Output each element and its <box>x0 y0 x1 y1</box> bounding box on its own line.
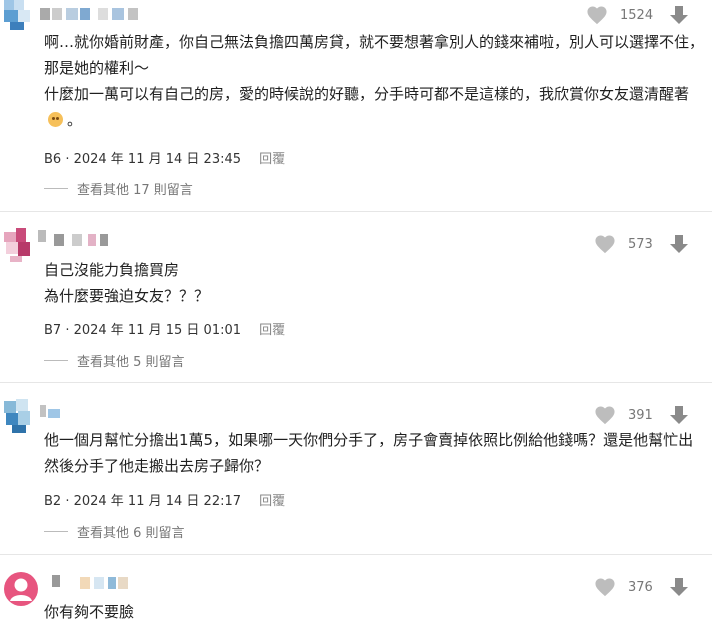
dislike-arrow-icon[interactable] <box>669 577 689 597</box>
user-avatar-icon <box>4 572 38 606</box>
like-count: 376 <box>628 579 653 595</box>
floor-and-date: B6 · 2024 年 11 月 14 日 23:45 <box>44 152 242 167</box>
heart-icon[interactable] <box>594 577 616 597</box>
reply-button[interactable]: 回覆 <box>259 152 285 167</box>
divider-line <box>44 188 68 189</box>
comment-text: 你有夠不要臉 <box>44 599 704 625</box>
floor-and-date: B2 · 2024 年 11 月 14 日 22:17 <box>44 494 242 509</box>
view-more-replies[interactable]: 查看其他 6 則留言 <box>44 522 185 541</box>
avatar[interactable] <box>4 399 40 435</box>
username[interactable] <box>40 405 150 421</box>
divider-line <box>44 531 68 532</box>
comment-meta: B2 · 2024 年 11 月 14 日 22:17 回覆 <box>44 490 285 509</box>
avatar[interactable] <box>4 228 40 264</box>
avatar[interactable] <box>4 0 40 32</box>
comment-meta: B6 · 2024 年 11 月 14 日 23:45 回覆 <box>44 148 285 167</box>
like-count: 573 <box>628 236 653 252</box>
comment-text: 自己沒能力負擔買房 為什麼要強迫女友？？？ <box>44 257 704 309</box>
dislike-arrow-icon[interactable] <box>669 5 689 25</box>
view-more-label: 查看其他 5 則留言 <box>77 355 185 370</box>
avatar[interactable] <box>4 572 40 608</box>
view-more-replies[interactable]: 查看其他 5 則留言 <box>44 351 185 370</box>
reply-button[interactable]: 回覆 <box>259 494 285 509</box>
username[interactable] <box>38 230 148 248</box>
like-count: 391 <box>628 407 653 423</box>
like-count: 1524 <box>620 7 654 23</box>
username[interactable] <box>52 575 162 591</box>
comment-paragraph: 啊…就你婚前財產，你自己無法負擔四萬房貸，就不要想著拿別人的錢來補啦，別人可以選… <box>44 33 705 77</box>
username[interactable] <box>40 8 150 22</box>
heart-icon[interactable] <box>586 5 608 25</box>
comment-paragraph: 什麼加一萬可以有自己的房，愛的時候說的好聽，分手時可都不是這樣的，我欣賞你女友還… <box>44 85 690 129</box>
pleading-face-emoji-icon <box>48 112 63 127</box>
heart-icon[interactable] <box>594 234 616 254</box>
comment-card: 376 你有夠不要臉 <box>0 555 712 627</box>
reaction-bar: 573 <box>594 234 689 254</box>
view-more-label: 查看其他 17 則留言 <box>77 183 193 198</box>
comment-card: 391 他一個月幫忙分擔出1萬5，如果哪一天你們分手了，房子會賣掉依照比例給他錢… <box>0 383 712 553</box>
reply-button[interactable]: 回覆 <box>259 323 285 338</box>
comment-card: 1524 啊…就你婚前財產，你自己無法負擔四萬房貸，就不要想著拿別人的錢來補啦，… <box>0 0 712 210</box>
comment-meta: B7 · 2024 年 11 月 15 日 01:01 回覆 <box>44 319 285 338</box>
view-more-replies[interactable]: 查看其他 17 則留言 <box>44 179 193 198</box>
comment-text: 他一個月幫忙分擔出1萬5，如果哪一天你們分手了，房子會賣掉依照比例給他錢嗎？還是… <box>44 427 704 479</box>
comment-paragraph: 自己沒能力負擔買房 <box>44 261 180 279</box>
comment-text: 啊…就你婚前財產，你自己無法負擔四萬房貸，就不要想著拿別人的錢來補啦，別人可以選… <box>44 29 704 133</box>
divider-line <box>44 360 68 361</box>
reaction-bar: 391 <box>594 405 689 425</box>
comment-paragraph: 你有夠不要臉 <box>44 603 135 621</box>
comment-paragraph: 為什麼要強迫女友？？？ <box>44 287 210 305</box>
reaction-bar: 1524 <box>586 5 689 25</box>
reaction-bar: 376 <box>594 577 689 597</box>
floor-and-date: B7 · 2024 年 11 月 15 日 01:01 <box>44 323 242 338</box>
comment-paragraph: 他一個月幫忙分擔出1萬5，如果哪一天你們分手了，房子會賣掉依照比例給他錢嗎？還是… <box>44 431 694 475</box>
view-more-label: 查看其他 6 則留言 <box>77 526 185 541</box>
comment-card: 573 自己沒能力負擔買房 為什麼要強迫女友？？？ B7 · 2024 年 11… <box>0 212 712 382</box>
dislike-arrow-icon[interactable] <box>669 405 689 425</box>
dislike-arrow-icon[interactable] <box>669 234 689 254</box>
heart-icon[interactable] <box>594 405 616 425</box>
